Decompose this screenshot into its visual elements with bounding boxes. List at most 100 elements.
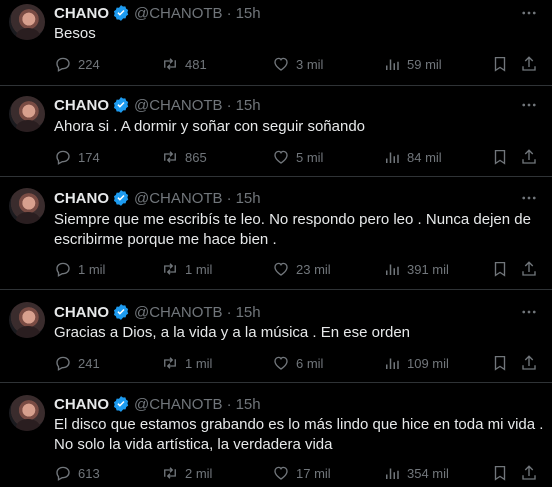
retweet-button[interactable]: 1 mil xyxy=(161,353,212,373)
reply-icon xyxy=(56,150,70,165)
like-icon xyxy=(274,262,288,276)
more-icon[interactable] xyxy=(520,96,538,114)
tweet[interactable]: CHANO @CHANOTB · 15h El disco que estamo… xyxy=(0,383,552,487)
bookmark-icon[interactable] xyxy=(491,354,509,372)
timestamp[interactable]: 15h xyxy=(236,396,261,413)
author-name[interactable]: CHANO xyxy=(54,304,109,321)
separator: · xyxy=(226,189,232,207)
like-button[interactable]: 5 mil xyxy=(272,147,323,167)
tweet[interactable]: CHANO @CHANOTB · 15h Siempre que me escr… xyxy=(0,177,552,290)
separator: · xyxy=(226,395,232,413)
author-handle[interactable]: @CHANOTB xyxy=(134,190,223,207)
views-count: 391 mil xyxy=(407,261,449,277)
bookmark-icon[interactable] xyxy=(491,464,509,482)
like-button[interactable]: 17 mil xyxy=(272,463,331,483)
tweet-text: Besos xyxy=(54,24,534,44)
avatar[interactable] xyxy=(9,395,45,431)
tweet-text-line: Ahora si . A dormir y soñar con seguir s… xyxy=(54,118,366,135)
views-button[interactable]: 109 mil xyxy=(383,353,449,373)
reply-button[interactable]: 241 xyxy=(54,353,100,373)
author-name[interactable]: CHANO xyxy=(54,396,109,413)
share-icon[interactable] xyxy=(520,55,538,73)
share-icon[interactable] xyxy=(520,354,538,372)
timestamp[interactable]: 15h xyxy=(236,304,261,321)
verified-badge-icon xyxy=(113,5,129,21)
author-name[interactable]: CHANO xyxy=(54,97,109,114)
views-icon xyxy=(386,152,399,163)
bookmark-icon[interactable] xyxy=(491,260,509,278)
share-icon[interactable] xyxy=(520,260,538,278)
views-icon xyxy=(386,59,399,70)
author-handle[interactable]: @CHANOTB xyxy=(134,97,223,114)
like-count: 5 mil xyxy=(296,149,324,165)
retweet-count: 481 xyxy=(185,56,207,72)
like-icon xyxy=(274,356,288,370)
tweet[interactable]: CHANO @CHANOTB · 15h Gracias a Dios, a l… xyxy=(0,290,552,383)
retweet-button[interactable]: 481 xyxy=(161,54,207,74)
like-button[interactable]: 6 mil xyxy=(272,353,323,373)
separator: · xyxy=(226,4,232,22)
more-icon[interactable] xyxy=(520,303,538,321)
avatar[interactable] xyxy=(9,96,45,132)
retweet-icon xyxy=(164,357,176,369)
reply-button[interactable]: 224 xyxy=(54,54,100,74)
views-icon xyxy=(386,468,399,479)
views-icon xyxy=(386,264,399,275)
reply-icon xyxy=(56,356,70,371)
timeline-feed: CHANO @CHANOTB · 15h Besos 224 481 3 mil xyxy=(0,0,552,487)
author-handle[interactable]: @CHANOTB xyxy=(134,396,223,413)
tweet-header: CHANO @CHANOTB · 15h xyxy=(54,95,261,115)
tweet-header: CHANO @CHANOTB · 15h xyxy=(54,302,261,322)
tweet-text: Ahora si . A dormir y soñar con seguir s… xyxy=(54,117,534,137)
author-name[interactable]: CHANO xyxy=(54,5,109,22)
share-icon[interactable] xyxy=(520,464,538,482)
tweet[interactable]: CHANO @CHANOTB · 15h Besos 224 481 3 mil xyxy=(0,0,552,86)
reply-button[interactable]: 613 xyxy=(54,463,100,483)
bookmark-icon[interactable] xyxy=(491,148,509,166)
like-count: 3 mil xyxy=(296,56,324,72)
tweet[interactable]: CHANO @CHANOTB · 15h Ahora si . A dormir… xyxy=(0,86,552,177)
retweet-count: 1 mil xyxy=(185,355,213,371)
views-button[interactable]: 354 mil xyxy=(383,463,449,483)
author-handle[interactable]: @CHANOTB xyxy=(134,5,223,22)
views-button[interactable]: 59 mil xyxy=(383,54,442,74)
avatar[interactable] xyxy=(9,188,45,224)
separator: · xyxy=(226,303,232,321)
tweet-text-line: Siempre que me escribís te leo. No respo… xyxy=(54,211,531,228)
retweet-button[interactable]: 865 xyxy=(161,147,207,167)
views-button[interactable]: 84 mil xyxy=(383,147,442,167)
tweet-actions: 1 mil 1 mil 23 mil 391 mil xyxy=(0,259,552,279)
retweet-button[interactable]: 1 mil xyxy=(161,259,212,279)
views-icon xyxy=(386,358,399,369)
timestamp[interactable]: 15h xyxy=(236,5,261,22)
timestamp[interactable]: 15h xyxy=(236,190,261,207)
tweet-text: El disco que estamos grabando es lo más … xyxy=(54,415,543,455)
author-name[interactable]: CHANO xyxy=(54,190,109,207)
verified-badge-icon xyxy=(113,190,129,206)
tweet-actions: 174 865 5 mil 84 mil xyxy=(0,147,552,167)
more-icon[interactable] xyxy=(520,4,538,22)
bookmark-icon[interactable] xyxy=(491,55,509,73)
avatar[interactable] xyxy=(9,4,45,40)
like-button[interactable]: 3 mil xyxy=(272,54,323,74)
timestamp[interactable]: 15h xyxy=(236,97,261,114)
retweet-button[interactable]: 2 mil xyxy=(161,463,212,483)
retweet-icon xyxy=(164,263,176,275)
tweet-text: Gracias a Dios, a la vida y a la música … xyxy=(54,323,534,343)
reply-button[interactable]: 1 mil xyxy=(54,259,105,279)
views-count: 109 mil xyxy=(407,355,449,371)
tweet-text-line: No solo la vida artística, la verdadera … xyxy=(54,436,333,453)
like-button[interactable]: 23 mil xyxy=(272,259,331,279)
reply-count: 1 mil xyxy=(78,261,106,277)
reply-button[interactable]: 174 xyxy=(54,147,100,167)
author-handle[interactable]: @CHANOTB xyxy=(134,304,223,321)
avatar[interactable] xyxy=(9,302,45,338)
share-icon[interactable] xyxy=(520,148,538,166)
tweet-text-line: Gracias a Dios, a la vida y a la música … xyxy=(54,324,411,341)
tweet-header: CHANO @CHANOTB · 15h xyxy=(54,394,261,414)
verified-badge-icon xyxy=(113,97,129,113)
views-button[interactable]: 391 mil xyxy=(383,259,449,279)
retweet-count: 2 mil xyxy=(185,465,213,481)
more-icon[interactable] xyxy=(520,189,538,207)
verified-badge-icon xyxy=(113,396,129,412)
